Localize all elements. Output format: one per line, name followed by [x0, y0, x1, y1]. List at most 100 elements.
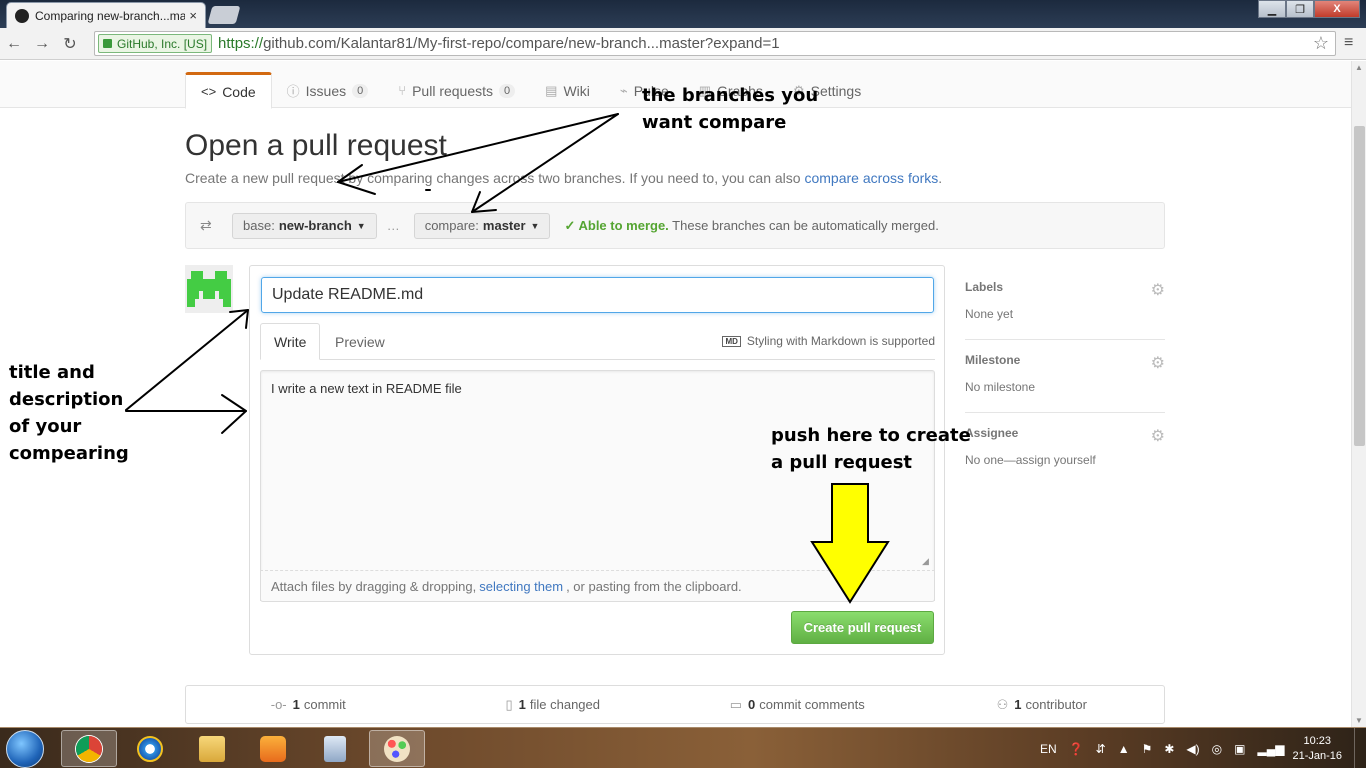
system-tray: EN ❓ ⇵ ▲ ⚑ ✱ ◀) ◎ ▣ ▂▄▆ — [1040, 728, 1296, 768]
select-files-link[interactable]: selecting them — [479, 579, 563, 594]
annotation-line: compearing — [9, 443, 129, 464]
pr-body-textarea[interactable]: I write a new text in README file — [260, 370, 935, 601]
taskbar-explorer[interactable] — [184, 730, 240, 767]
chrome-icon — [76, 735, 102, 762]
taskbar-calculator[interactable] — [307, 730, 363, 767]
pr-title-input[interactable]: Update README.md — [261, 277, 934, 313]
browser-tab[interactable]: Comparing new-branch...master × — [6, 2, 206, 28]
folder-icon — [199, 735, 225, 762]
tab-wiki[interactable]: ▤ Wiki — [530, 72, 605, 109]
organization-icon: ⚇ — [996, 696, 1009, 712]
issues-counter: 0 — [352, 83, 369, 98]
annotation-line: a pull request — [771, 452, 913, 473]
taskbar-media-player[interactable] — [245, 730, 301, 767]
summary-comments[interactable]: ▭ 0 commit comments — [675, 686, 920, 723]
scroll-up-icon[interactable]: ▲ — [1355, 63, 1363, 72]
device-icon[interactable]: ▣ — [1234, 742, 1245, 756]
annotation-line: push here to create — [771, 425, 971, 446]
back-icon[interactable]: ← — [0, 35, 28, 53]
taskbar-chrome[interactable] — [61, 730, 117, 767]
volume-icon[interactable]: ◀) — [1186, 742, 1199, 756]
merge-ok-text: ✓ Able to merge. — [564, 217, 669, 233]
sidebar-value: None yet — [965, 307, 1014, 321]
comment-icon: ▭ — [729, 696, 743, 712]
pulls-counter: 0 — [499, 83, 516, 98]
commit-icon: -o- — [270, 697, 287, 712]
media-player-icon — [260, 735, 286, 762]
bluetooth-icon[interactable]: ✱ — [1164, 742, 1174, 756]
attach-files-bar[interactable]: Attach files by dragging & dropping, sel… — [260, 570, 935, 602]
annotation-line: description — [9, 389, 124, 410]
write-tab[interactable]: Write — [260, 323, 321, 360]
summary-files[interactable]: ▯ 1 file changed — [431, 686, 676, 723]
signal-icon[interactable]: ▂▄▆ — [1257, 742, 1284, 756]
tab-pull-requests[interactable]: ⑂ Pull requests 0 — [383, 72, 530, 109]
browser-toolbar: ← → ↻ GitHub, Inc. [US] https://github.c… — [0, 28, 1366, 60]
base-label: base: — [243, 218, 275, 233]
tab-code[interactable]: <> Code — [185, 72, 272, 109]
compare-label: compare: — [424, 218, 479, 233]
ev-label: GitHub, Inc. [US] — [117, 36, 208, 51]
url-text[interactable]: https://github.com/Kalantar81/My-first-r… — [218, 35, 780, 52]
gear-icon[interactable]: ⚙ — [1151, 426, 1165, 446]
sidebar-heading: Milestone — [965, 353, 1021, 367]
status-icon[interactable]: ◎ — [1212, 742, 1222, 756]
summary-commits[interactable]: -o- 1 commit — [186, 686, 431, 723]
compare-across-forks-link[interactable]: compare across forks — [804, 170, 938, 186]
maximize-button[interactable]: ❐ — [1286, 0, 1314, 18]
subtitle-end: . — [938, 170, 943, 186]
base-value: new-branch — [278, 218, 352, 233]
assign-yourself-link[interactable]: No one—assign yourself — [965, 453, 1165, 467]
show-hidden-icons-icon[interactable]: ▲ — [1118, 742, 1130, 756]
flag-icon[interactable]: ⚑ — [1142, 742, 1153, 756]
start-button[interactable] — [6, 730, 44, 768]
resize-handle-icon[interactable]: ◢ — [922, 556, 929, 567]
create-pull-request-button[interactable]: Create pull request — [791, 611, 934, 644]
internet-explorer-icon — [137, 735, 163, 762]
tab-close-icon[interactable]: × — [189, 8, 197, 23]
compare-branch-select[interactable]: compare: master ▼ — [413, 212, 551, 239]
tab-code-label: Code — [222, 83, 256, 100]
markdown-hint[interactable]: MD Styling with Markdown is supported — [722, 334, 935, 348]
address-bar[interactable]: GitHub, Inc. [US] https://github.com/Kal… — [94, 31, 1336, 56]
page-scrollbar[interactable]: ▲ ▼ — [1351, 61, 1366, 727]
pulse-icon: ⌁ — [619, 82, 628, 98]
compare-value: master — [482, 218, 526, 233]
network-icon[interactable]: ⇵ — [1096, 742, 1106, 756]
taskbar-paint[interactable] — [369, 730, 425, 767]
tab-issues[interactable]: ⓘ Issues 0 — [272, 72, 384, 109]
forward-icon[interactable]: → — [28, 35, 56, 53]
annotation-line: of your — [9, 416, 82, 437]
scrollbar-thumb[interactable] — [1354, 126, 1365, 446]
help-icon[interactable]: ❓ — [1069, 742, 1084, 756]
gear-icon[interactable]: ⚙ — [1151, 353, 1165, 373]
ev-certificate-badge[interactable]: GitHub, Inc. [US] — [98, 34, 213, 53]
issue-icon: ⓘ — [286, 84, 300, 99]
subtitle-text: Create a new pull request by comparing c… — [185, 170, 805, 186]
gear-icon[interactable]: ⚙ — [1151, 280, 1165, 300]
bookmark-star-icon[interactable]: ☆ — [1313, 33, 1329, 54]
markdown-hint-text: Styling with Markdown is supported — [746, 334, 935, 348]
branch-range-editor: ⇄ base: new-branch ▼ … compare: master ▼… — [185, 202, 1165, 249]
browser-menu-icon[interactable]: ≡ — [1344, 34, 1358, 52]
base-branch-select[interactable]: base: new-branch ▼ — [232, 212, 377, 239]
avatar[interactable] — [185, 265, 233, 313]
tab-wiki-label: Wiki — [563, 82, 590, 99]
annotation-title-description: title and description of your compearing — [9, 359, 129, 467]
attach-prefix: Attach files by dragging & dropping, — [271, 578, 477, 594]
new-tab-button[interactable] — [207, 6, 241, 24]
language-indicator[interactable]: EN — [1040, 742, 1057, 756]
minimize-button[interactable]: ▁ — [1258, 0, 1286, 18]
taskbar-ie[interactable] — [122, 730, 178, 767]
close-window-button[interactable]: X — [1314, 0, 1360, 18]
reload-icon[interactable]: ↻ — [56, 34, 84, 54]
sidebar-labels: Labels None yet ⚙ — [965, 267, 1165, 340]
tab-title: Comparing new-branch...master — [35, 8, 186, 23]
compare-icon: ⇄ — [200, 217, 212, 233]
comments-label: commit comments — [759, 697, 865, 712]
preview-tab[interactable]: Preview — [322, 323, 398, 360]
clock[interactable]: 10:23 21-Jan-16 — [1292, 734, 1342, 764]
summary-contributors[interactable]: ⚇ 1 contributor — [920, 686, 1165, 723]
scroll-down-icon[interactable]: ▼ — [1355, 716, 1363, 725]
show-desktop-button[interactable] — [1354, 728, 1366, 768]
